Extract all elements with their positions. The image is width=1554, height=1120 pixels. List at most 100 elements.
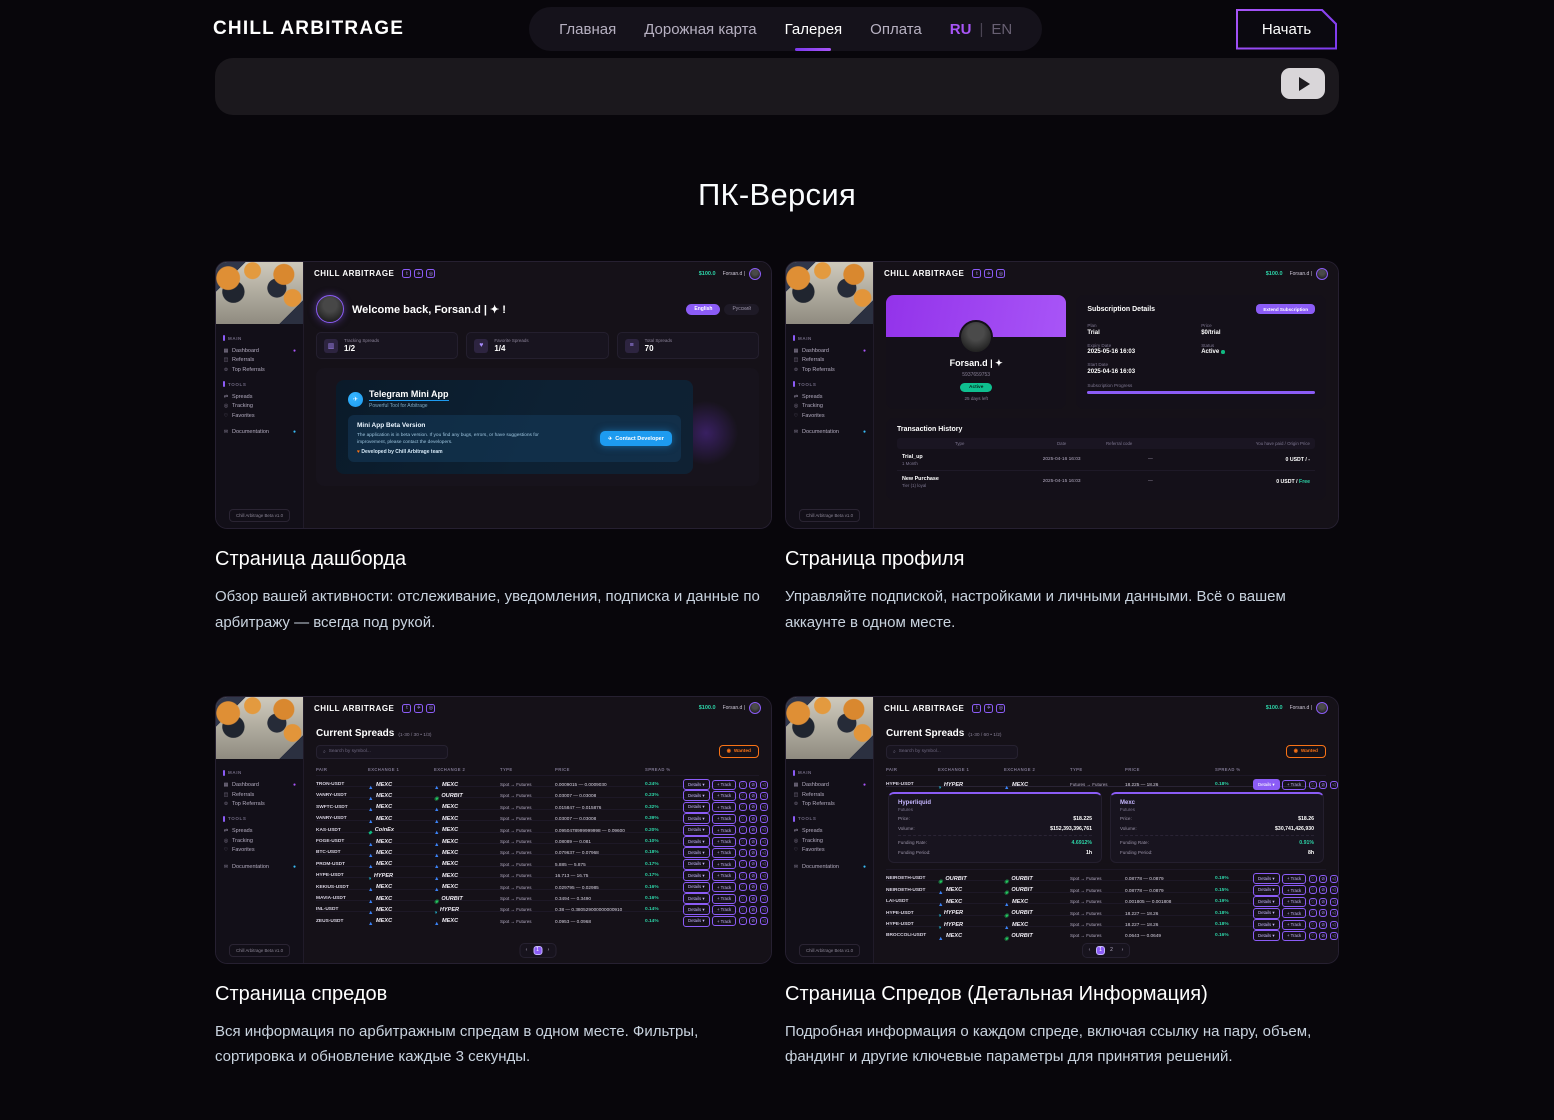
next-page-button[interactable]: ›: [544, 946, 553, 955]
sidebar-item[interactable]: ♔ Top Referrals: [223, 801, 296, 807]
hide-icon[interactable]: ⊘: [749, 838, 757, 846]
share-icon[interactable]: ◁: [760, 781, 768, 789]
hide-icon[interactable]: ⊘: [1319, 909, 1327, 917]
avatar[interactable]: [749, 268, 761, 280]
hide-icon[interactable]: ⊘: [749, 849, 757, 857]
track-button[interactable]: + Track: [712, 905, 736, 915]
sidebar-item[interactable]: ◎ Tracking: [793, 403, 866, 409]
favorite-icon[interactable]: ♡: [1309, 909, 1317, 917]
nav-link[interactable]: Главная: [559, 21, 616, 38]
contact-developer-button[interactable]: ✈ Contact Developer: [600, 431, 672, 446]
twitter-icon[interactable]: t: [402, 269, 411, 278]
twitter-icon[interactable]: t: [972, 269, 981, 278]
sidebar-item[interactable]: ♡ Favorites: [793, 847, 866, 853]
track-button[interactable]: + Track: [1282, 897, 1306, 907]
favorite-icon[interactable]: ♡: [739, 860, 747, 868]
track-button[interactable]: + Track: [712, 802, 736, 812]
details-button[interactable]: Details ▾: [1253, 873, 1280, 884]
telegram-icon[interactable]: ✈: [984, 269, 993, 278]
favorite-icon[interactable]: ♡: [739, 781, 747, 789]
search-input[interactable]: ⌕ Search by symbol...: [886, 745, 1018, 759]
share-icon[interactable]: ◁: [760, 906, 768, 914]
lang-ru[interactable]: RU: [950, 21, 972, 38]
favorite-icon[interactable]: ♡: [739, 826, 747, 834]
share-icon[interactable]: ◁: [760, 803, 768, 811]
favorite-icon[interactable]: ♡: [739, 883, 747, 891]
hide-icon[interactable]: ⊘: [749, 895, 757, 903]
details-button[interactable]: Details ▾: [683, 859, 710, 870]
prev-page-button[interactable]: ‹: [522, 946, 531, 955]
details-button[interactable]: Details ▾: [683, 904, 710, 915]
hide-icon[interactable]: ⊘: [1319, 898, 1327, 906]
twitter-icon[interactable]: t: [972, 704, 981, 713]
share-icon[interactable]: ◁: [1330, 886, 1338, 894]
favorite-icon[interactable]: ♡: [739, 792, 747, 800]
track-button[interactable]: + Track: [712, 814, 736, 824]
play-button[interactable]: [1281, 68, 1325, 99]
sidebar-item[interactable]: ♔ Top Referrals: [223, 367, 296, 373]
details-button[interactable]: Details ▾: [1253, 930, 1280, 941]
page-1-button[interactable]: 1: [1096, 946, 1105, 955]
search-input[interactable]: ⌕ Search by symbol...: [316, 745, 448, 759]
sidebar-item[interactable]: ◫ Referrals: [223, 357, 296, 363]
details-button[interactable]: Details ▾: [683, 779, 710, 790]
favorite-icon[interactable]: ♡: [739, 803, 747, 811]
details-button[interactable]: Details ▾: [1253, 908, 1280, 919]
share-icon[interactable]: ◁: [1330, 781, 1338, 789]
details-button[interactable]: Details ▾: [683, 870, 710, 881]
track-button[interactable]: + Track: [1282, 908, 1306, 918]
share-icon[interactable]: ◁: [760, 792, 768, 800]
telegram-icon[interactable]: ✈: [414, 269, 423, 278]
hide-icon[interactable]: ⊘: [749, 826, 757, 834]
sidebar-item-documentation[interactable]: ✉ Documentation ●: [793, 429, 866, 435]
sidebar-item-documentation[interactable]: ✉ Documentation ●: [223, 429, 296, 435]
lang-russian-pill[interactable]: Русский: [724, 304, 759, 315]
share-icon[interactable]: ◁: [1330, 898, 1338, 906]
sidebar-item[interactable]: ⇄ Spreads: [793, 394, 866, 400]
instagram-icon[interactable]: ◎: [426, 269, 435, 278]
favorite-icon[interactable]: ♡: [1309, 781, 1317, 789]
hide-icon[interactable]: ⊘: [749, 917, 757, 925]
share-icon[interactable]: ◁: [760, 895, 768, 903]
details-button[interactable]: Details ▾: [683, 893, 710, 904]
track-button[interactable]: + Track: [1282, 874, 1306, 884]
details-button[interactable]: Details ▾: [683, 882, 710, 893]
sidebar-item[interactable]: ⇄ Spreads: [223, 828, 296, 834]
hide-icon[interactable]: ⊘: [749, 803, 757, 811]
details-button[interactable]: Details ▾: [1253, 779, 1280, 790]
details-button[interactable]: Details ▾: [1253, 885, 1280, 896]
avatar[interactable]: [1316, 268, 1328, 280]
favorite-icon[interactable]: ♡: [739, 917, 747, 925]
twitter-icon[interactable]: t: [402, 704, 411, 713]
hide-icon[interactable]: ⊘: [1319, 932, 1327, 940]
track-button[interactable]: + Track: [712, 871, 736, 881]
track-button[interactable]: + Track: [1282, 780, 1306, 790]
sidebar-item[interactable]: ▦ Dashboard ●: [793, 348, 866, 354]
sidebar-item[interactable]: ⇄ Spreads: [793, 828, 866, 834]
favorite-icon[interactable]: ♡: [739, 895, 747, 903]
share-icon[interactable]: ◁: [1330, 909, 1338, 917]
hide-icon[interactable]: ⊘: [749, 815, 757, 823]
nav-link[interactable]: Галерея: [785, 21, 843, 38]
hide-icon[interactable]: ⊘: [749, 792, 757, 800]
details-button[interactable]: Details ▾: [683, 847, 710, 858]
extend-subscription-button[interactable]: Extend Subscription: [1256, 304, 1315, 314]
favorite-icon[interactable]: ♡: [739, 849, 747, 857]
favorite-icon[interactable]: ♡: [739, 838, 747, 846]
hide-icon[interactable]: ⊘: [1319, 875, 1327, 883]
sidebar-item[interactable]: ◎ Tracking: [223, 838, 296, 844]
page-1-button[interactable]: 1: [533, 946, 542, 955]
track-button[interactable]: + Track: [1282, 931, 1306, 941]
details-button[interactable]: Details ▾: [1253, 896, 1280, 907]
track-button[interactable]: + Track: [712, 837, 736, 847]
share-icon[interactable]: ◁: [1330, 875, 1338, 883]
wanted-button[interactable]: ◉ Wanted: [1286, 745, 1326, 758]
hide-icon[interactable]: ⊘: [749, 860, 757, 868]
sidebar-item-documentation[interactable]: ✉ Documentation ●: [223, 864, 296, 870]
track-button[interactable]: + Track: [712, 848, 736, 858]
instagram-icon[interactable]: ◎: [426, 704, 435, 713]
sidebar-item[interactable]: ♡ Favorites: [223, 413, 296, 419]
track-button[interactable]: + Track: [712, 859, 736, 869]
sidebar-item[interactable]: ◫ Referrals: [793, 792, 866, 798]
track-button[interactable]: + Track: [712, 882, 736, 892]
